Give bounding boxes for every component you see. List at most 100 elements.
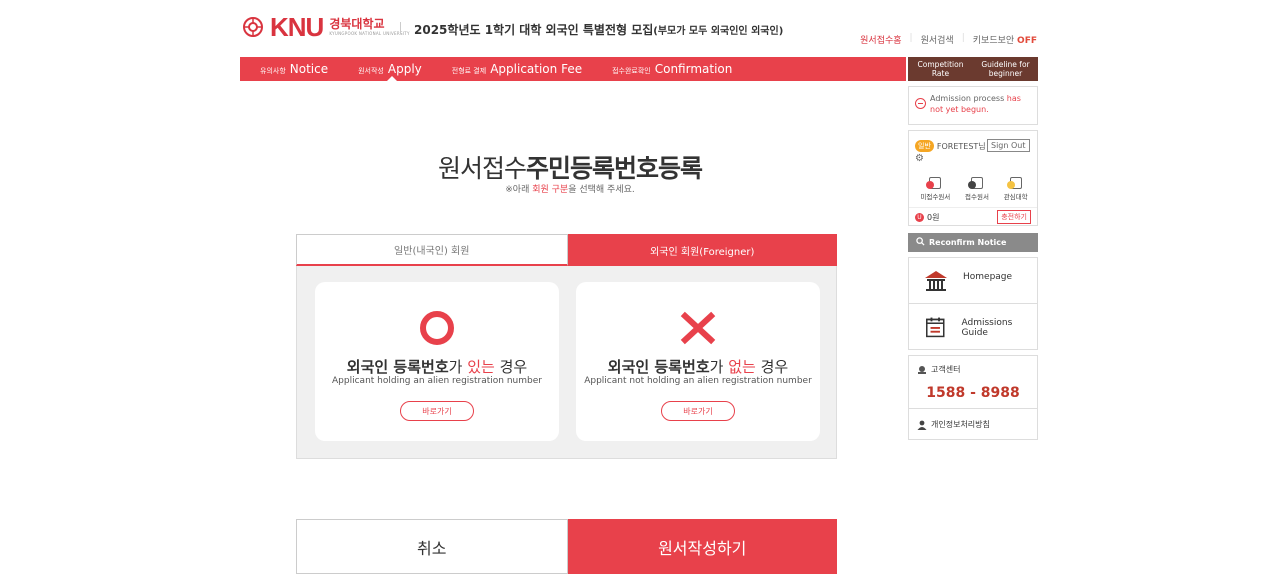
charge-button[interactable]: 충전하기 [997,210,1031,224]
homepage-label: Homepage [963,272,1013,282]
go-button-no-registration[interactable]: 바로가기 [661,401,735,421]
customer-center: 고객센터 1588 - 8988 개인정보처리방침 [908,355,1038,440]
points-value: 0원 [927,212,940,222]
beginner-guide-link[interactable]: Guideline for beginner [973,57,1038,81]
page-header-title: 2025학년도 1학기 대학 외국인 특별전형 모집(부모가 모두 외국인인 외… [414,21,783,38]
building-icon [925,271,947,291]
card2-h1: 외국인 등록번호 [607,358,710,376]
keyboard-label: 키보드보안 [972,36,1015,46]
nav-fee[interactable]: 전형료 결제 Application Fee [452,62,582,76]
logo-text: KNU [270,12,324,42]
option-card-no-registration: 외국인 등록번호가 없는 경우 Applicant not holding an… [576,282,820,441]
gear-icon[interactable]: ⚙ [915,153,924,164]
privacy-label: 개인정보처리방침 [931,420,990,429]
nav-notice-en: Notice [289,62,329,76]
tab-domestic-member[interactable]: 일반(내국인) 회원 [296,234,568,266]
card-symbol [576,310,820,345]
sidebar-links: Homepage Admissions Guide [908,257,1038,350]
cs-title-label: 고객센터 [931,365,961,374]
sign-out-button[interactable]: Sign Out [987,139,1030,152]
member-type-tabs: 일반(내국인) 회원 외국인 회원(Foreigner) [296,234,837,266]
keyboard-state: OFF [1017,36,1037,46]
guide-book-icon [926,317,945,338]
nav-fee-ko: 전형료 결제 [451,67,487,75]
subtitle-b: 을 선택해 주세요. [568,185,635,195]
unsubmitted-applications-link[interactable]: 미접수원서 [920,177,950,201]
util-sep: | [909,33,913,43]
step-nav: 유의사항 Notice 원서작성 Apply 전형료 결제 Applicatio… [240,57,906,81]
admissions-guide-link[interactable]: Admissions Guide [909,304,1037,350]
user-row: 일반 FORETEST님 [915,140,986,152]
nav-active-caret-icon [387,76,397,81]
logo-kor-text: 경북대학교 [329,17,385,31]
card-description: Applicant holding an alien registration … [332,376,542,386]
customer-center-phone: 1588 - 8988 [926,385,1020,401]
document-check-icon [967,177,983,189]
logo-kor-block: 경북대학교 KYUNGPOOK NATIONAL UNIVERSITY [329,18,409,36]
knu-logo[interactable]: KNU 경북대학교 KYUNGPOOK NATIONAL UNIVERSITY [242,14,410,40]
card2-h3: 없는 [728,358,756,376]
card1-h3: 있는 [467,358,495,376]
reconfirm-label: Reconfirm Notice [929,238,1007,247]
logo-eng-text: KYUNGPOOK NATIONAL UNIVERSITY [329,31,410,36]
header-title-main: 2025학년도 1학기 대학 외국인 특별전형 모집 [414,23,654,37]
customer-center-title: 고객센터 [917,364,960,375]
points-icon: U [915,212,924,222]
notice-text-a: Admission process [930,94,1007,103]
util-search-link[interactable]: 원서검색 [921,33,954,46]
shortcut-label: 관심대학 [1003,193,1028,201]
form-actions: 취소 원서작성하기 [296,519,837,574]
tab-foreign-member[interactable]: 외국인 회원(Foreigner) [567,234,837,266]
header-title-sub: (부모가 모두 외국인인 외국인) [653,26,784,37]
admission-status-notice: Admission process has not yet begun. [908,86,1038,125]
cancel-button[interactable]: 취소 [296,519,568,574]
card2-h2: 가 [709,358,729,376]
cross-x-icon [680,311,716,345]
person-icon [917,420,927,430]
admission-status-text: Admission process has not yet begun. [930,93,1031,115]
nav-apply-en: Apply [387,62,422,76]
card1-h2: 가 [448,358,468,376]
points-display: U 0원 [915,212,939,223]
shortcut-label: 접수원서 [965,193,989,201]
card-symbol [315,310,559,345]
subtitle-a: ※아래 [505,185,533,195]
page-title-light: 원서접수 [437,154,527,183]
option-panel: 외국인 등록번호가 있는 경우 Applicant holding an ali… [296,266,837,459]
user-name: FORETEST님 [936,141,986,151]
submitted-applications-link[interactable]: 접수원서 [965,177,989,201]
nav-notice-ko: 유의사항 [260,67,286,75]
utility-links: 원서접수홈 | 원서검색 | 키보드보안 OFF [860,33,1037,46]
option-card-has-registration: 외국인 등록번호가 있는 경우 Applicant holding an ali… [315,282,559,441]
points-row: U 0원 충전하기 [909,207,1037,226]
nav-confirmation-en: Confirmation [654,62,733,76]
shortcut-label: 미접수원서 [920,193,951,201]
util-home-link[interactable]: 원서접수홈 [860,33,901,46]
admissions-guide-label: Admissions Guide [961,318,1013,338]
util-keyboard-toggle[interactable]: 키보드보안 OFF [973,33,1037,46]
go-button-has-registration[interactable]: 바로가기 [400,401,474,421]
header-divider [400,22,401,34]
competition-rate-link[interactable]: Competition Rate [908,57,973,81]
card1-h1: 외국인 등록번호 [346,358,449,376]
nav-confirmation-ko: 접수완료확인 [612,67,651,75]
card-description: Applicant not holding an alien registrat… [584,376,812,386]
user-panel: 일반 FORETEST님 Sign Out ⚙ 미접수원서 접수원서 관심대학 … [908,130,1038,226]
privacy-policy-link[interactable]: 개인정보처리방침 [909,408,1037,440]
nav-apply-ko: 원서작성 [358,67,384,75]
minus-circle-icon [915,98,926,109]
card1-h4: 경우 [494,358,528,376]
member-badge: 일반 [915,140,934,152]
homepage-link[interactable]: Homepage [909,258,1037,304]
sidebar-top-links: Competition Rate Guideline for beginner [908,57,1038,81]
search-icon [916,237,925,248]
favorite-universities-link[interactable]: 관심대학 [1004,177,1028,201]
headset-icon [918,365,926,374]
nav-apply[interactable]: 원서작성 Apply [358,62,422,76]
card-heading: 외국인 등록번호가 있는 경우 [315,356,559,377]
reconfirm-notice-button[interactable]: Reconfirm Notice [908,233,1038,252]
nav-confirmation[interactable]: 접수완료확인 Confirmation [612,62,732,76]
nav-notice[interactable]: 유의사항 Notice [260,62,328,76]
user-shortcuts: 미접수원서 접수원서 관심대학 [913,177,1035,201]
write-application-button[interactable]: 원서작성하기 [567,519,837,574]
